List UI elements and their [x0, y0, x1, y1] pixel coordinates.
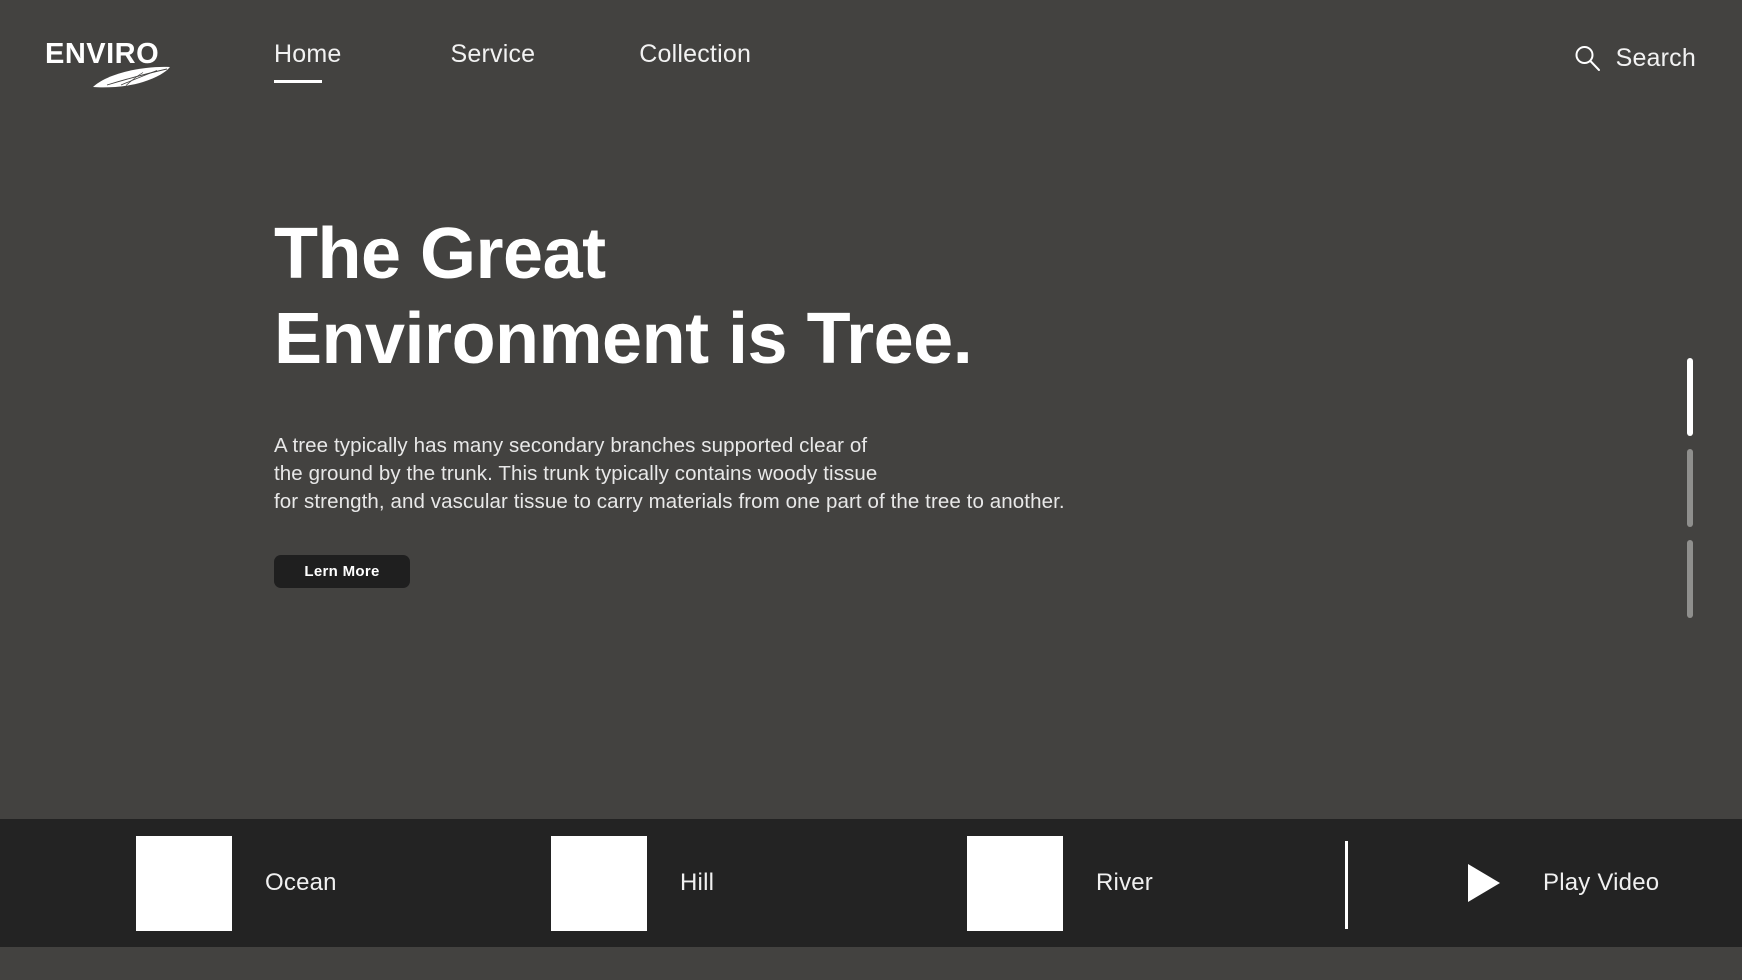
hero-title-line-2: Environment is Tree. [274, 299, 973, 379]
search-button[interactable]: Search [1572, 43, 1696, 73]
thumbnail-label-river: River [1096, 869, 1154, 896]
site-header: ENVIRO Home Service Collection Search [0, 0, 1742, 112]
search-icon [1575, 46, 1600, 71]
thumbnail-label-ocean: Ocean [265, 869, 337, 896]
slide-indicator-2[interactable] [1687, 449, 1693, 527]
hero-description-line-3: for strength, and vascular tissue to car… [274, 489, 1065, 513]
play-triangle-icon [1468, 864, 1500, 902]
nav-item-home[interactable]: Home [274, 40, 342, 83]
thumbnail-image-ocean [136, 835, 232, 931]
leaf-icon [93, 66, 170, 88]
logo-text: ENVIRO [45, 38, 160, 70]
thumbnail-image-river [967, 835, 1063, 931]
thumbnail-image-hill [551, 835, 647, 931]
play-video-label: Play Video [1543, 869, 1660, 896]
learn-more-button[interactable]: Lern More [274, 554, 410, 588]
slide-indicators [1687, 358, 1693, 618]
nav-item-collection[interactable]: Collection [639, 40, 751, 83]
thumbnail-label-hill: Hill [680, 869, 715, 896]
hero-description-line-1: A tree typically has many secondary bran… [274, 434, 868, 457]
nav-item-service[interactable]: Service [451, 40, 536, 83]
logo[interactable]: ENVIRO [45, 40, 175, 100]
main-navigation: Home Service Collection [274, 40, 751, 83]
bottom-thumbnail-bar: Ocean Hill River Play Video [0, 819, 1742, 947]
page-title: The Great Environment is Tree. [274, 218, 1274, 375]
hero-section: The Great Environment is Tree. A tree ty… [274, 218, 1274, 588]
thumbnail-item-hill[interactable]: Hill [551, 835, 715, 931]
slide-indicator-3[interactable] [1687, 540, 1693, 618]
thumbnail-item-ocean[interactable]: Ocean [136, 835, 337, 931]
hero-description: A tree typically has many secondary bran… [274, 432, 1274, 516]
vertical-divider [1345, 841, 1348, 929]
hero-description-line-2: the ground by the trunk. This trunk typi… [274, 461, 878, 485]
slide-indicator-1[interactable] [1687, 358, 1693, 436]
hero-title-line-1: The Great [274, 214, 606, 294]
thumbnail-item-river[interactable]: River [967, 835, 1154, 931]
search-label: Search [1615, 43, 1696, 72]
play-video-button[interactable]: Play Video [1466, 819, 1659, 947]
